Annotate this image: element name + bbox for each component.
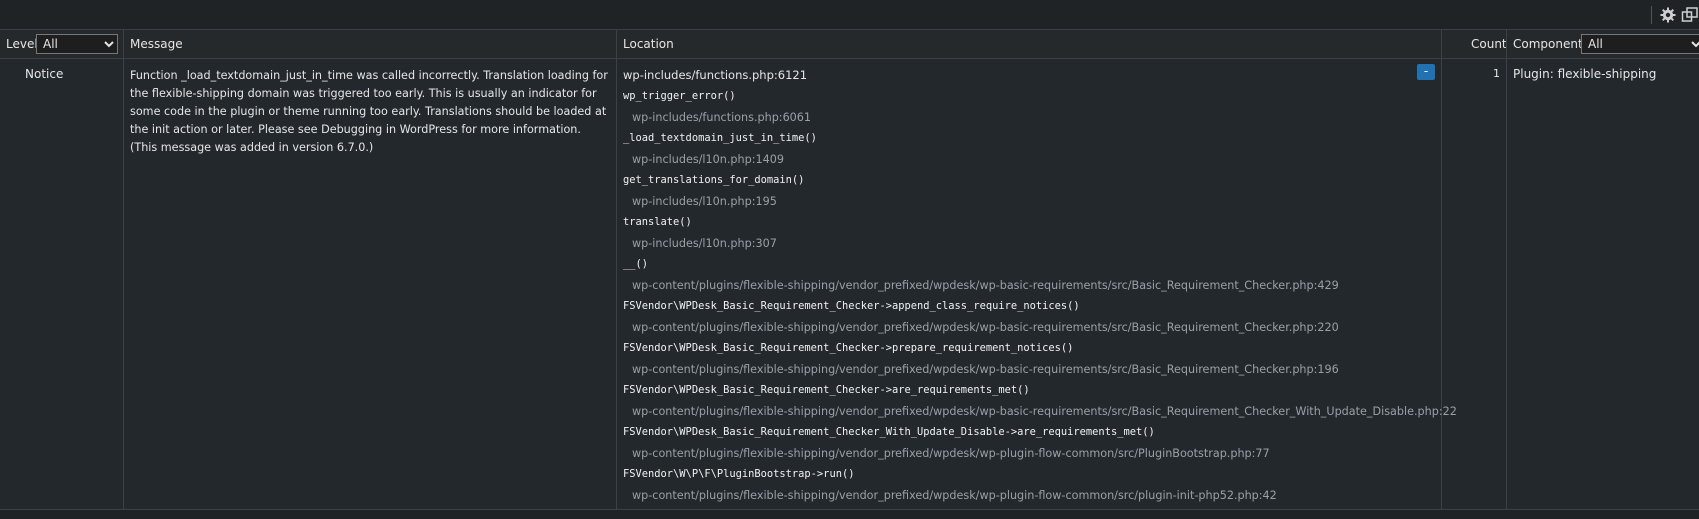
trace-path: wp-includes/l10n.php:307 (632, 237, 777, 250)
trace-function: FSVendor\WPDesk_Basic_Requirement_Checke… (623, 300, 1080, 312)
column-divider (616, 59, 617, 510)
trace-path: wp-content/plugins/flexible-shipping/ven… (632, 321, 1339, 334)
column-divider (1441, 59, 1442, 510)
panel-footer (0, 510, 1699, 519)
trace-path: wp-includes/functions.php:6061 (632, 111, 812, 124)
location-primary: wp-includes/functions.php:6121 (623, 68, 808, 82)
trace-function: FSVendor\W\P\F\PluginBootstrap->run() (623, 468, 855, 480)
column-divider (1441, 30, 1442, 59)
trace-path: wp-includes/l10n.php:1409 (632, 153, 784, 166)
panel-toolbar (0, 0, 1699, 30)
trace-function: wp_trigger_error() (623, 90, 736, 102)
count-header: Count (1471, 37, 1507, 51)
trace-function: translate() (623, 216, 692, 228)
trace-path: wp-content/plugins/flexible-shipping/ven… (632, 447, 1270, 460)
column-divider (1506, 30, 1507, 59)
table-header: Level All Message Location Count Compone… (0, 30, 1699, 59)
stack-trace: wp_trigger_error() wp-includes/functions.… (623, 88, 1457, 508)
level-header: Level (6, 37, 38, 51)
trace-function: get_translations_for_domain() (623, 174, 805, 186)
window-icon[interactable] (1681, 6, 1699, 24)
component-cell: Plugin: flexible-shipping (1513, 67, 1657, 81)
trace-path: wp-includes/l10n.php:195 (632, 195, 777, 208)
component-header: Component (1513, 37, 1583, 51)
level-cell: Notice (25, 67, 64, 81)
location-header: Location (623, 37, 674, 51)
toolbar-divider (1651, 6, 1652, 24)
trace-function: FSVendor\WPDesk_Basic_Requirement_Checke… (623, 384, 1030, 396)
count-cell: 1 (1493, 67, 1500, 80)
table-row: Notice Function _load_textdomain_just_in… (0, 59, 1699, 510)
trace-path: wp-content/plugins/flexible-shipping/ven… (632, 279, 1339, 292)
location-cell: wp-includes/functions.php:6121 wp_trigge… (623, 67, 1457, 508)
trace-function: _load_textdomain_just_in_time() (623, 132, 817, 144)
trace-function: __() (623, 258, 649, 270)
trace-path: wp-content/plugins/flexible-shipping/ven… (632, 363, 1339, 376)
collapse-trace-button[interactable]: - (1417, 64, 1435, 80)
gear-icon[interactable] (1659, 6, 1677, 24)
column-divider (616, 30, 617, 59)
trace-path: wp-content/plugins/flexible-shipping/ven… (632, 405, 1457, 418)
trace-function: FSVendor\WPDesk_Basic_Requirement_Checke… (623, 342, 1074, 354)
message-cell: Function _load_textdomain_just_in_time w… (130, 69, 608, 154)
message-header: Message (130, 37, 183, 51)
trace-path: wp-content/plugins/flexible-shipping/ven… (632, 489, 1277, 502)
column-divider (1506, 59, 1507, 510)
column-divider (123, 59, 124, 510)
component-filter-select[interactable]: All (1581, 34, 1699, 54)
column-divider (123, 30, 124, 59)
level-filter-select[interactable]: All (36, 34, 118, 54)
trace-function: FSVendor\WPDesk_Basic_Requirement_Checke… (623, 426, 1155, 438)
